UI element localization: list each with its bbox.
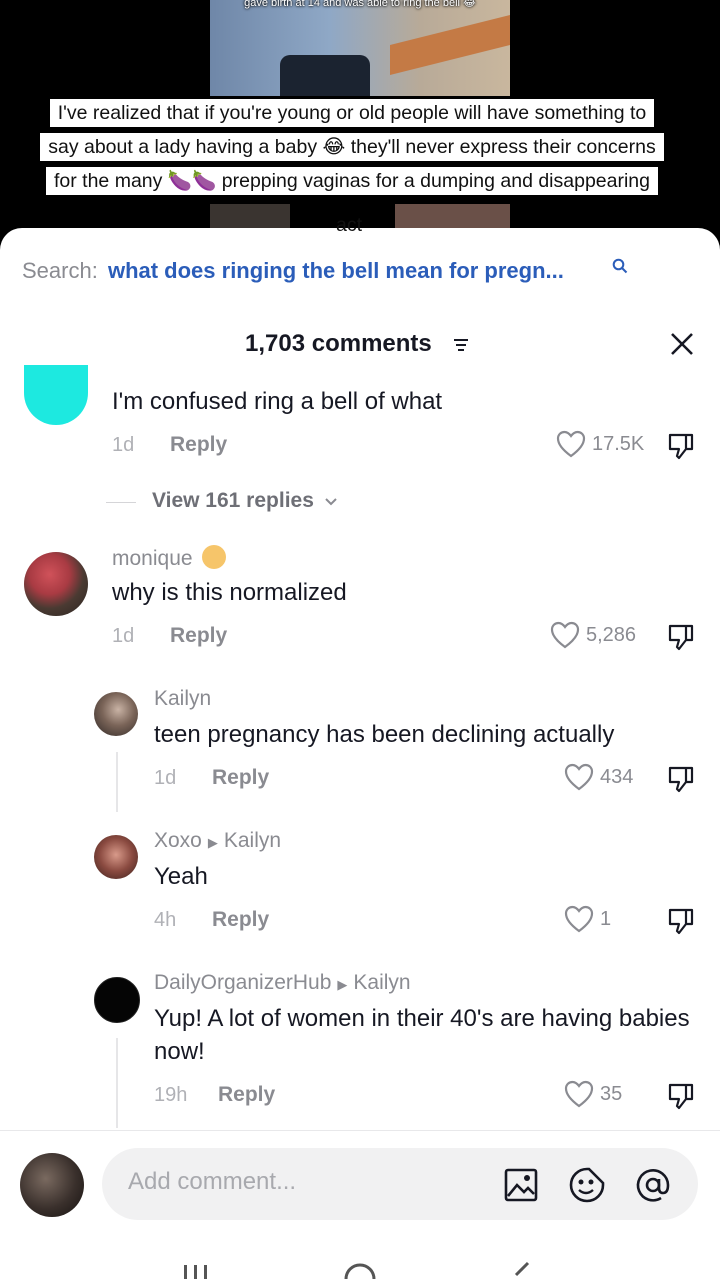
overlay-caption: I've realized that if you're young or ol… xyxy=(12,96,692,198)
back-icon[interactable] xyxy=(500,1259,540,1279)
comment-text: Yeah xyxy=(154,863,208,890)
reply-button[interactable]: Reply xyxy=(170,433,227,457)
thread-line xyxy=(116,1038,118,1128)
my-avatar[interactable] xyxy=(20,1153,84,1217)
reply-button[interactable]: Reply xyxy=(212,908,269,932)
like-button[interactable]: 434 xyxy=(564,763,633,791)
comment-count: 1,703 comments xyxy=(245,330,432,357)
comment-author[interactable]: DailyOrganizerHub ▶ Kailyn xyxy=(154,971,411,995)
heart-icon xyxy=(564,905,594,933)
video-caption: gave birth at 14 and was able to ring th… xyxy=(244,0,476,9)
home-icon[interactable] xyxy=(340,1259,380,1279)
sort-filter-icon[interactable] xyxy=(453,337,469,353)
comment-time: 1d xyxy=(154,767,177,789)
heart-icon xyxy=(556,430,586,458)
dislike-icon[interactable] xyxy=(666,622,696,652)
overlay-line-end: act xyxy=(336,214,363,236)
comment-text: Yup! A lot of women in their 40's are ha… xyxy=(154,1005,690,1065)
like-count: 434 xyxy=(600,765,634,788)
comment-time: 1d xyxy=(112,434,135,456)
avatar[interactable] xyxy=(94,977,140,1023)
comment-text: teen pregnancy has been declining actual… xyxy=(154,721,615,748)
like-button[interactable]: 5,286 xyxy=(550,621,636,649)
replies-divider xyxy=(106,502,136,503)
search-icon[interactable] xyxy=(612,258,628,274)
thread-line xyxy=(116,752,118,812)
sticker-icon[interactable] xyxy=(568,1166,606,1204)
like-button[interactable]: 35 xyxy=(564,1080,622,1108)
search-label: Search: xyxy=(22,258,98,283)
view-replies-button[interactable]: View 161 replies xyxy=(152,489,338,513)
overlay-line: I've realized that if you're young or ol… xyxy=(49,99,655,127)
comment-author[interactable]: Xoxo ▶ Kailyn xyxy=(154,829,281,853)
like-count: 5,286 xyxy=(586,623,637,646)
chevron-down-icon xyxy=(325,498,337,506)
like-button[interactable]: 1 xyxy=(564,905,611,933)
reply-arrow-icon: ▶ xyxy=(207,835,218,850)
comment-input-placeholder: Add comment... xyxy=(128,1168,297,1195)
image-icon[interactable] xyxy=(502,1166,540,1204)
comments-header: 1,703 comments xyxy=(0,325,720,365)
avatar[interactable] xyxy=(94,835,138,879)
comment-author[interactable]: monique xyxy=(112,545,227,571)
comment-time: 19h xyxy=(154,1084,188,1106)
like-count: 35 xyxy=(600,1082,623,1105)
like-button[interactable]: 17.5K xyxy=(556,430,644,458)
like-count: 17.5K xyxy=(592,432,645,455)
dislike-icon[interactable] xyxy=(666,431,696,461)
dislike-icon[interactable] xyxy=(666,906,696,936)
heart-icon xyxy=(564,1080,594,1108)
dislike-icon[interactable] xyxy=(666,1081,696,1111)
avatar[interactable] xyxy=(24,552,88,616)
comment-text: I'm confused ring a bell of what xyxy=(112,388,443,415)
search-query-link[interactable]: what does ringing the bell mean for preg… xyxy=(108,258,564,283)
comment-time: 1d xyxy=(112,625,135,647)
recent-apps-icon[interactable] xyxy=(180,1259,220,1279)
mention-icon[interactable] xyxy=(634,1166,672,1204)
video-rail xyxy=(390,15,510,75)
avatar[interactable] xyxy=(94,692,138,736)
heart-icon xyxy=(550,621,580,649)
kiss-emoji-icon xyxy=(202,545,227,569)
like-count: 1 xyxy=(600,907,612,930)
comment-input-bar: Add comment... xyxy=(0,1130,720,1281)
heart-icon xyxy=(564,763,594,791)
dislike-icon[interactable] xyxy=(666,764,696,794)
view-replies-label: View 161 replies xyxy=(152,489,314,512)
video-frame xyxy=(210,0,510,96)
comment-input[interactable]: Add comment... xyxy=(102,1148,698,1220)
search-suggestion[interactable]: Search: what does ringing the bell mean … xyxy=(22,258,564,284)
video-figure xyxy=(280,55,370,96)
comment-time: 4h xyxy=(154,909,177,931)
reply-button[interactable]: Reply xyxy=(170,624,227,648)
reply-button[interactable]: Reply xyxy=(212,766,269,790)
overlay-line: for the many 🍆🍆 prepping vaginas for a d… xyxy=(46,167,658,195)
reply-button[interactable]: Reply xyxy=(218,1083,275,1107)
overlay-line: say about a lady having a baby 😂 they'll… xyxy=(40,133,664,161)
reply-arrow-icon: ▶ xyxy=(337,977,348,992)
close-icon[interactable] xyxy=(665,327,699,361)
comment-author[interactable]: Kailyn xyxy=(154,687,211,711)
comment-text: why is this normalized xyxy=(112,579,347,606)
